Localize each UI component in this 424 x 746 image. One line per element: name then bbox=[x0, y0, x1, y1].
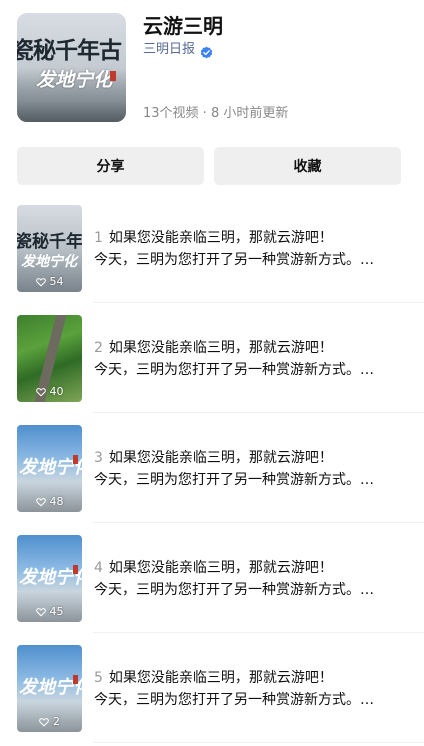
video-thumbnail[interactable]: 40 bbox=[17, 315, 82, 402]
heart-icon bbox=[39, 717, 49, 726]
cover-seal bbox=[110, 71, 116, 81]
video-thumbnail[interactable]: 发地宁化 48 bbox=[17, 425, 82, 512]
like-count-value: 2 bbox=[53, 715, 60, 728]
video-description: 今天，三明为您打开了另一种赏游新方式。… bbox=[94, 582, 374, 598]
video-title-text: 如果您没能亲临三明，那就云游吧！ bbox=[108, 670, 333, 686]
video-index: 2 bbox=[94, 340, 103, 356]
video-index: 5 bbox=[94, 670, 103, 686]
collection-header: 瓷秘千年古 发地宁化 云游三明 三明日报 13个视频 · 8 小时前更新 bbox=[17, 13, 407, 123]
like-count: 54 bbox=[17, 275, 82, 288]
like-count: 48 bbox=[17, 495, 82, 508]
video-list-item[interactable]: 发地宁化 48 3 如果您没能亲临三明，那就云游吧！ 今天，三明为您打开了另一种赏… bbox=[0, 413, 424, 523]
cover-calligraphy-subtitle: 发地宁化 bbox=[36, 69, 113, 91]
collection-title: 云游三明 bbox=[143, 14, 223, 38]
video-index: 4 bbox=[94, 560, 103, 576]
favorite-button[interactable]: 收藏 bbox=[214, 147, 401, 185]
video-title-text: 如果您没能亲临三明，那就云游吧！ bbox=[108, 340, 333, 356]
like-count: 40 bbox=[17, 385, 82, 398]
collection-meta: 13个视频 · 8 小时前更新 bbox=[143, 106, 289, 121]
thumbnail-calligraphy: 瓷秘千年古 bbox=[17, 232, 82, 252]
video-title[interactable]: 5 如果您没能亲临三明，那就云游吧！ bbox=[94, 669, 333, 687]
heart-icon bbox=[35, 277, 46, 286]
like-count: 45 bbox=[17, 605, 82, 618]
thumbnail-seal bbox=[73, 565, 78, 574]
video-description: 今天，三明为您打开了另一种赏游新方式。… bbox=[94, 362, 374, 378]
action-bar: 分享 收藏 bbox=[17, 147, 401, 185]
heart-icon bbox=[35, 387, 46, 396]
divider bbox=[93, 742, 424, 743]
video-list-item[interactable]: 发地宁化 2 5 如果您没能亲临三明，那就云游吧！ 今天，三明为您打开了另一种赏游… bbox=[0, 633, 424, 743]
thumbnail-seal bbox=[73, 675, 78, 684]
like-count: 2 bbox=[17, 715, 82, 728]
video-list: 瓷秘千年古 发地宁化 54 1如果您没能亲临三明，那就云游吧！ 今天，三明为您打… bbox=[0, 193, 424, 743]
author-name[interactable]: 三明日报 bbox=[143, 41, 195, 59]
heart-icon bbox=[35, 497, 46, 506]
video-index: 1 bbox=[94, 230, 103, 246]
cover-calligraphy-title: 瓷秘千年古 bbox=[17, 37, 122, 64]
collection-cover-image[interactable]: 瓷秘千年古 发地宁化 bbox=[17, 13, 126, 122]
thumbnail-calligraphy-sub: 发地宁化 bbox=[21, 254, 77, 270]
video-title-text: 如果您没能亲临三明，那就云游吧！ bbox=[108, 230, 333, 246]
video-title[interactable]: 1 如果您没能亲临三明，那就云游吧！ bbox=[94, 229, 333, 247]
author-row[interactable]: 三明日报 bbox=[143, 41, 213, 59]
video-thumbnail[interactable]: 瓷秘千年古 发地宁化 54 bbox=[17, 205, 82, 292]
like-count-value: 48 bbox=[49, 495, 64, 508]
video-list-item[interactable]: 发地宁化 45 4 如果您没能亲临三明，那就云游吧！ 今天，三明为您打开了另一种赏… bbox=[0, 523, 424, 633]
like-count-value: 54 bbox=[49, 275, 64, 288]
video-title[interactable]: 4 如果您没能亲临三明，那就云游吧！ bbox=[94, 559, 333, 577]
video-title[interactable]: 3 如果您没能亲临三明，那就云游吧！ bbox=[94, 449, 333, 467]
video-list-item[interactable]: 40 2 如果您没能亲临三明，那就云游吧！ 今天，三明为您打开了另一种赏游新方式。… bbox=[0, 303, 424, 413]
share-button[interactable]: 分享 bbox=[17, 147, 204, 185]
video-list-item[interactable]: 瓷秘千年古 发地宁化 54 1 如果您没能亲临三明，那就云游吧！ 今天，三明为您打… bbox=[0, 193, 424, 303]
thumbnail-seal bbox=[73, 455, 78, 464]
video-title-text: 如果您没能亲临三明，那就云游吧！ bbox=[108, 450, 333, 466]
video-index: 3 bbox=[94, 450, 103, 466]
verified-badge-icon bbox=[200, 44, 213, 58]
video-title[interactable]: 2 如果您没能亲临三明，那就云游吧！ bbox=[94, 339, 333, 357]
like-count-value: 40 bbox=[49, 385, 64, 398]
video-description: 今天，三明为您打开了另一种赏游新方式。… bbox=[94, 472, 374, 488]
heart-icon bbox=[35, 607, 46, 616]
video-title-text: 如果您没能亲临三明，那就云游吧！ bbox=[108, 560, 333, 576]
video-description: 今天，三明为您打开了另一种赏游新方式。… bbox=[94, 692, 374, 708]
video-thumbnail[interactable]: 发地宁化 45 bbox=[17, 535, 82, 622]
like-count-value: 45 bbox=[49, 605, 64, 618]
video-description: 今天，三明为您打开了另一种赏游新方式。… bbox=[94, 252, 374, 268]
video-thumbnail[interactable]: 发地宁化 2 bbox=[17, 645, 82, 732]
